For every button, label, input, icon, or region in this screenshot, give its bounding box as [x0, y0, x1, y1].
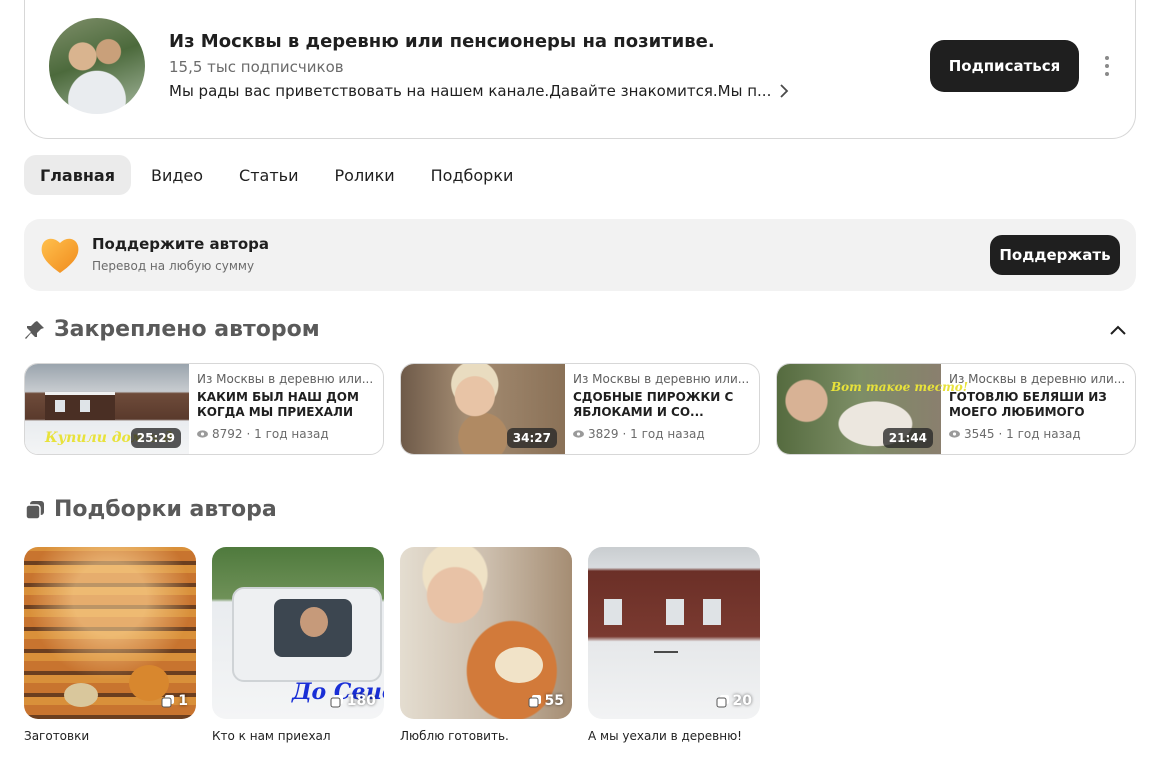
playlist-card[interactable]: 20 А мы уехали в деревню! — [588, 547, 760, 743]
playlist-thumbnail[interactable]: 20 — [588, 547, 760, 719]
support-subtitle: Перевод на любую сумму — [92, 259, 255, 273]
chevron-right-icon — [780, 84, 789, 98]
video-info: Из Москвы в деревню или... ГОТОВЛЮ БЕЛЯШ… — [949, 372, 1129, 441]
support-button[interactable]: Поддержать — [990, 235, 1120, 275]
video-thumbnail[interactable]: Купили дом в д 25:29 — [25, 364, 189, 454]
channel-description[interactable]: Мы рады вас приветствовать на нашем кана… — [169, 82, 789, 100]
playlist-count: 180 — [330, 693, 376, 709]
eye-icon — [197, 430, 208, 438]
pinned-section-title: Закреплено автором — [24, 317, 320, 342]
playlist-name[interactable]: А мы уехали в деревню! — [588, 729, 760, 743]
playlist-stack-icon — [716, 695, 729, 708]
video-channel[interactable]: Из Москвы в деревню или... — [949, 372, 1129, 386]
playlist-stack-icon — [330, 695, 343, 708]
channel-title[interactable]: Из Москвы в деревню или пенсионеры на по… — [169, 31, 715, 52]
tab-shorts[interactable]: Ролики — [319, 155, 411, 195]
video-meta: 3545 · 1 год назад — [949, 427, 1129, 441]
playlist-stack-icon — [161, 695, 175, 708]
playlist-card[interactable]: До Свид 180 Кто к нам приехал — [212, 547, 384, 743]
playlists-section-title: Подборки автора — [24, 497, 277, 522]
eye-icon — [573, 430, 584, 438]
video-title[interactable]: ГОТОВЛЮ БЕЛЯШИ ИЗ МОЕГО ЛЮБИМОГО ТЕСТА. — [949, 390, 1129, 420]
eye-icon — [949, 430, 960, 438]
channel-avatar[interactable] — [49, 18, 145, 114]
chevron-up-icon[interactable] — [1108, 322, 1128, 338]
video-meta: 8792 · 1 год назад — [197, 427, 377, 441]
playlist-stack-icon — [25, 500, 44, 520]
pin-icon — [25, 320, 44, 339]
video-thumbnail[interactable]: Вот такое тесто! 21:44 — [777, 364, 968, 454]
view-count: 3829 — [588, 427, 619, 441]
video-info: Из Москвы в деревню или... СДОБНЫЕ ПИРОЖ… — [573, 372, 753, 441]
view-count: 3545 — [964, 427, 995, 441]
tab-playlists[interactable]: Подборки — [415, 155, 530, 195]
video-title[interactable]: КАКИМ БЫЛ НАШ ДОМ КОГДА МЫ ПРИЕХАЛИ В... — [197, 390, 377, 420]
playlist-thumbnail[interactable]: До Свид 180 — [212, 547, 384, 719]
channel-description-text: Мы рады вас приветствовать на нашем кана… — [169, 82, 772, 100]
video-meta: 3829 · 1 год назад — [573, 427, 753, 441]
playlists-title-text: Подборки автора — [54, 497, 277, 522]
playlist-thumbnail[interactable]: 1 — [24, 547, 196, 719]
pinned-video-card[interactable]: Вот такое тесто! 21:44 Из Москвы в дерев… — [776, 363, 1136, 455]
video-channel[interactable]: Из Москвы в деревню или... — [573, 372, 753, 386]
video-title[interactable]: СДОБНЫЕ ПИРОЖКИ С ЯБЛОКАМИ И СО... — [573, 390, 753, 420]
video-duration: 21:44 — [882, 428, 933, 448]
playlist-name[interactable]: Люблю готовить. — [400, 729, 572, 743]
channel-tabs: Главная Видео Статьи Ролики Подборки — [24, 155, 529, 195]
tab-main[interactable]: Главная — [24, 155, 131, 195]
playlist-stack-icon — [528, 695, 541, 708]
video-channel[interactable]: Из Москвы в деревню или... — [197, 372, 377, 386]
subscribe-button[interactable]: Подписаться — [930, 40, 1079, 92]
video-age: · 1 год назад — [998, 427, 1081, 441]
playlist-count: 1 — [161, 693, 188, 709]
more-options-icon[interactable] — [1099, 54, 1115, 78]
pinned-title-text: Закреплено автором — [54, 317, 320, 342]
video-age: · 1 год назад — [246, 427, 329, 441]
tab-videos[interactable]: Видео — [135, 155, 219, 195]
playlist-thumbnail[interactable]: 55 — [400, 547, 572, 719]
playlist-name[interactable]: Заготовки — [24, 729, 196, 743]
heart-icon — [41, 238, 79, 273]
playlist-count-value: 180 — [346, 693, 376, 709]
playlist-card[interactable]: 1 Заготовки — [24, 547, 196, 743]
pinned-video-card[interactable]: Купили дом в д 25:29 Из Москвы в деревню… — [24, 363, 384, 455]
video-thumbnail[interactable]: 34:27 — [401, 364, 565, 454]
thumbnail-caption: Вот такое тесто! — [831, 380, 969, 394]
view-count: 8792 — [212, 427, 243, 441]
playlist-card[interactable]: 55 Люблю готовить. — [400, 547, 572, 743]
pinned-video-card[interactable]: 34:27 Из Москвы в деревню или... СДОБНЫЕ… — [400, 363, 760, 455]
video-duration: 25:29 — [130, 428, 181, 448]
tab-articles[interactable]: Статьи — [223, 155, 314, 195]
playlist-count: 20 — [716, 693, 752, 709]
support-author-banner: Поддержите автора Перевод на любую сумму… — [24, 219, 1136, 291]
playlist-count-value: 1 — [178, 693, 188, 709]
subscriber-count: 15,5 тыс подписчиков — [169, 58, 344, 76]
playlist-count-value: 55 — [544, 693, 564, 709]
video-duration: 34:27 — [506, 428, 557, 448]
playlist-count-value: 20 — [732, 693, 752, 709]
playlist-count: 55 — [528, 693, 564, 709]
support-title: Поддержите автора — [92, 235, 269, 253]
video-age: · 1 год назад — [622, 427, 705, 441]
video-info: Из Москвы в деревню или... КАКИМ БЫЛ НАШ… — [197, 372, 377, 441]
playlist-name[interactable]: Кто к нам приехал — [212, 729, 384, 743]
